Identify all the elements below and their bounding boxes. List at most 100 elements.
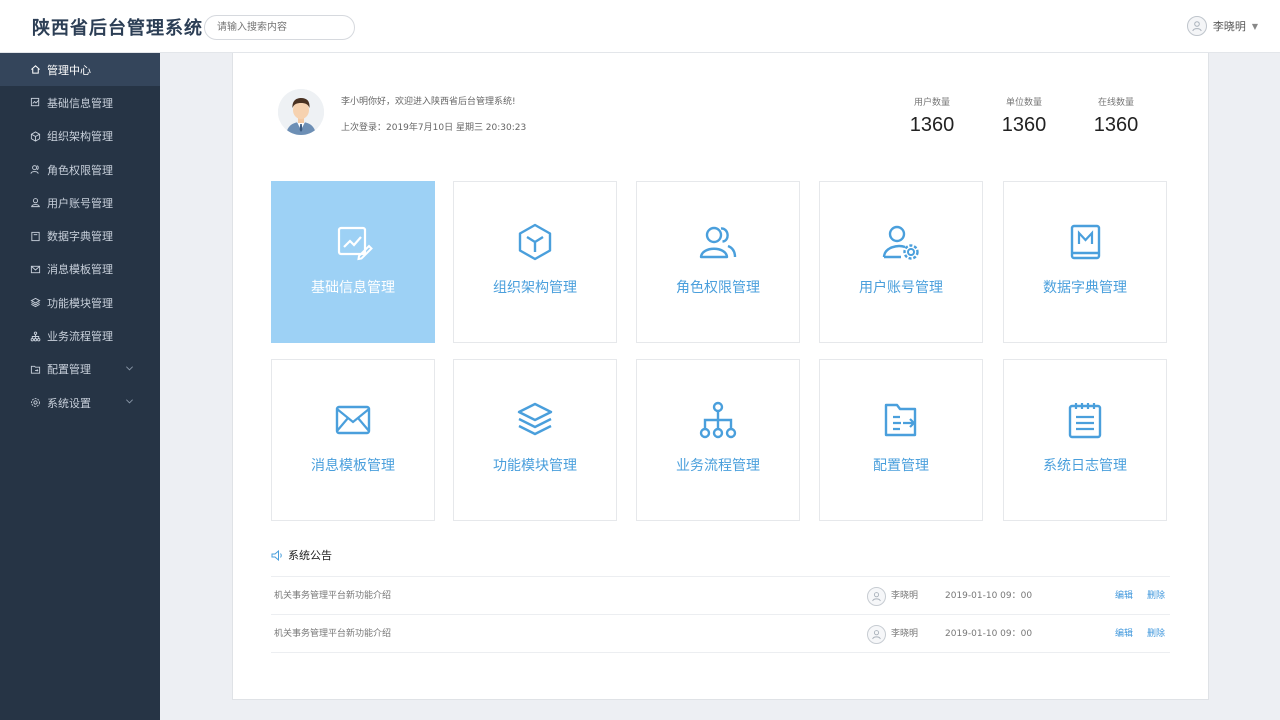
notice-author: 李晓明 [891, 629, 919, 639]
tile-label: 系统日志管理 [1043, 458, 1127, 474]
avatar [867, 587, 886, 606]
notepad-icon [1068, 403, 1102, 439]
sidebar-item-label: 组织架构管理 [47, 130, 113, 144]
flow-icon [30, 331, 41, 341]
sidebar-item-label: 功能模块管理 [47, 296, 113, 310]
main-panel: 李小明你好，欢迎进入陕西省后台管理系统! 上次登录：2019年7月10日 星期三… [232, 53, 1209, 700]
sidebar-item-label: 数据字典管理 [47, 230, 113, 244]
stat-units: 单位数量 1360 [978, 95, 1070, 137]
sidebar-item-label: 消息模板管理 [47, 263, 113, 277]
stat-value: 1360 [1093, 114, 1139, 136]
tile-label: 用户账号管理 [859, 280, 943, 296]
stat-label: 用户数量 [913, 98, 950, 108]
chevron-down-icon [126, 399, 133, 404]
home-icon [31, 65, 40, 74]
cube-icon [30, 131, 41, 142]
notice-item-title[interactable]: 机关事务管理平台新功能介绍 [274, 577, 391, 615]
table-row: 机关事务管理平台新功能介绍 李晓明 2019-01-10 09：00 编辑 删除 [271, 615, 1170, 653]
tile-label: 业务流程管理 [676, 458, 760, 474]
module-tile[interactable]: 用户账号管理 [819, 181, 983, 343]
sidebar-item[interactable]: 系统设置 [0, 386, 160, 419]
module-tile[interactable]: 组织架构管理 [453, 181, 617, 343]
stat-online: 在线数量 1360 [1070, 95, 1162, 137]
cube-icon [518, 223, 552, 261]
folder-arrow-icon [884, 403, 917, 437]
edit-chart-icon [337, 226, 373, 261]
notice-date: 2019-01-10 09：00 [945, 629, 1033, 639]
tile-label: 配置管理 [873, 458, 929, 474]
chevron-down-icon [126, 366, 133, 371]
sidebar-item[interactable]: 消息模板管理 [0, 253, 160, 286]
tile-label: 数据字典管理 [1043, 280, 1127, 296]
module-tile[interactable]: 角色权限管理 [636, 181, 800, 343]
sidebar-item[interactable]: 用户账号管理 [0, 186, 160, 219]
users-icon [699, 226, 737, 259]
user-menu[interactable]: 李晓明 ▼ [1186, 16, 1258, 36]
avatar [278, 89, 324, 135]
module-tile[interactable]: 业务流程管理 [636, 359, 800, 521]
mail-icon [30, 265, 41, 274]
sidebar-item[interactable]: 功能模块管理 [0, 286, 160, 319]
welcome-section: 李小明你好，欢迎进入陕西省后台管理系统! 上次登录：2019年7月10日 星期三… [278, 89, 526, 136]
app-title: 陕西省后台管理系统 [32, 18, 203, 39]
sidebar: 管理中心基础信息管理 组织架构管理 角色权限管理 用户账号管理 数据字典管理 消息模板管理… [0, 53, 160, 720]
stat-label: 单位数量 [1005, 98, 1042, 108]
stat-label: 在线数量 [1097, 98, 1134, 108]
tile-label: 消息模板管理 [311, 458, 395, 474]
module-tile[interactable]: 系统日志管理 [1003, 359, 1167, 521]
edit-chart-icon [30, 98, 40, 107]
sidebar-item-label: 管理中心 [47, 63, 91, 77]
users-icon [30, 165, 39, 174]
sidebar-item[interactable]: 配置管理 [0, 353, 160, 386]
stat-value: 1360 [1001, 114, 1047, 136]
module-tile[interactable]: 配置管理 [819, 359, 983, 521]
module-tile[interactable]: 数据字典管理 [1003, 181, 1167, 343]
sidebar-item[interactable]: 组织架构管理 [0, 120, 160, 153]
table-row: 机关事务管理平台新功能介绍 李晓明 2019-01-10 09：00 编辑 删除 [271, 577, 1170, 615]
delete-link[interactable]: 删除 [1147, 615, 1165, 653]
notice-title: 系统公告 [288, 549, 332, 562]
top-header: 陕西省后台管理系统 李晓明 ▼ [0, 0, 1280, 53]
folder-icon [30, 365, 41, 374]
user-name: 李晓明 [1212, 20, 1246, 33]
edit-link[interactable]: 编辑 [1115, 577, 1133, 615]
sidebar-item[interactable]: 基础信息管理 [0, 86, 160, 119]
tile-label: 角色权限管理 [676, 280, 760, 296]
edit-link[interactable]: 编辑 [1115, 615, 1133, 653]
module-tile[interactable]: 消息模板管理 [271, 359, 435, 521]
speaker-icon [271, 549, 282, 561]
notice-date: 2019-01-10 09：00 [945, 591, 1033, 601]
sidebar-item[interactable]: 数据字典管理 [0, 219, 160, 252]
last-login: 上次登录：2019年7月10日 星期三 20:30:23 [341, 123, 527, 133]
stats: 用户数量 1360 单位数量 1360 在线数量 1360 [886, 95, 1162, 137]
notice-author: 李晓明 [891, 591, 919, 601]
tile-label: 组织架构管理 [493, 280, 577, 296]
gear-icon [31, 398, 40, 408]
avatar [867, 625, 886, 644]
sidebar-item[interactable]: 业务流程管理 [0, 319, 160, 352]
sidebar-item-label: 基础信息管理 [47, 96, 113, 110]
tile-label: 基础信息管理 [311, 280, 395, 296]
search-input[interactable] [204, 15, 355, 40]
layers-icon [517, 402, 553, 436]
sidebar-item-label: 角色权限管理 [47, 163, 113, 177]
stat-users: 用户数量 1360 [886, 95, 978, 137]
notice-list: 机关事务管理平台新功能介绍 李晓明 2019-01-10 09：00 编辑 删除 机关事务… [271, 576, 1170, 653]
book-icon [31, 231, 40, 241]
mail-icon [335, 405, 371, 435]
sidebar-item[interactable]: 角色权限管理 [0, 153, 160, 186]
notice-item-title[interactable]: 机关事务管理平台新功能介绍 [274, 615, 391, 653]
user-gear-icon [882, 225, 919, 260]
delete-link[interactable]: 删除 [1147, 577, 1165, 615]
avatar [1186, 16, 1207, 36]
stat-value: 1360 [909, 114, 955, 136]
module-tile[interactable]: 功能模块管理 [453, 359, 617, 521]
tile-label: 功能模块管理 [493, 458, 577, 474]
book-icon [1070, 224, 1101, 260]
notice-header: 系统公告 [271, 547, 332, 563]
layers-icon [30, 298, 41, 308]
sidebar-item-label: 用户账号管理 [47, 196, 113, 210]
sidebar-item[interactable]: 管理中心 [0, 53, 160, 87]
caret-down-icon: ▼ [1251, 21, 1258, 31]
module-tile[interactable]: 基础信息管理 [271, 181, 435, 343]
